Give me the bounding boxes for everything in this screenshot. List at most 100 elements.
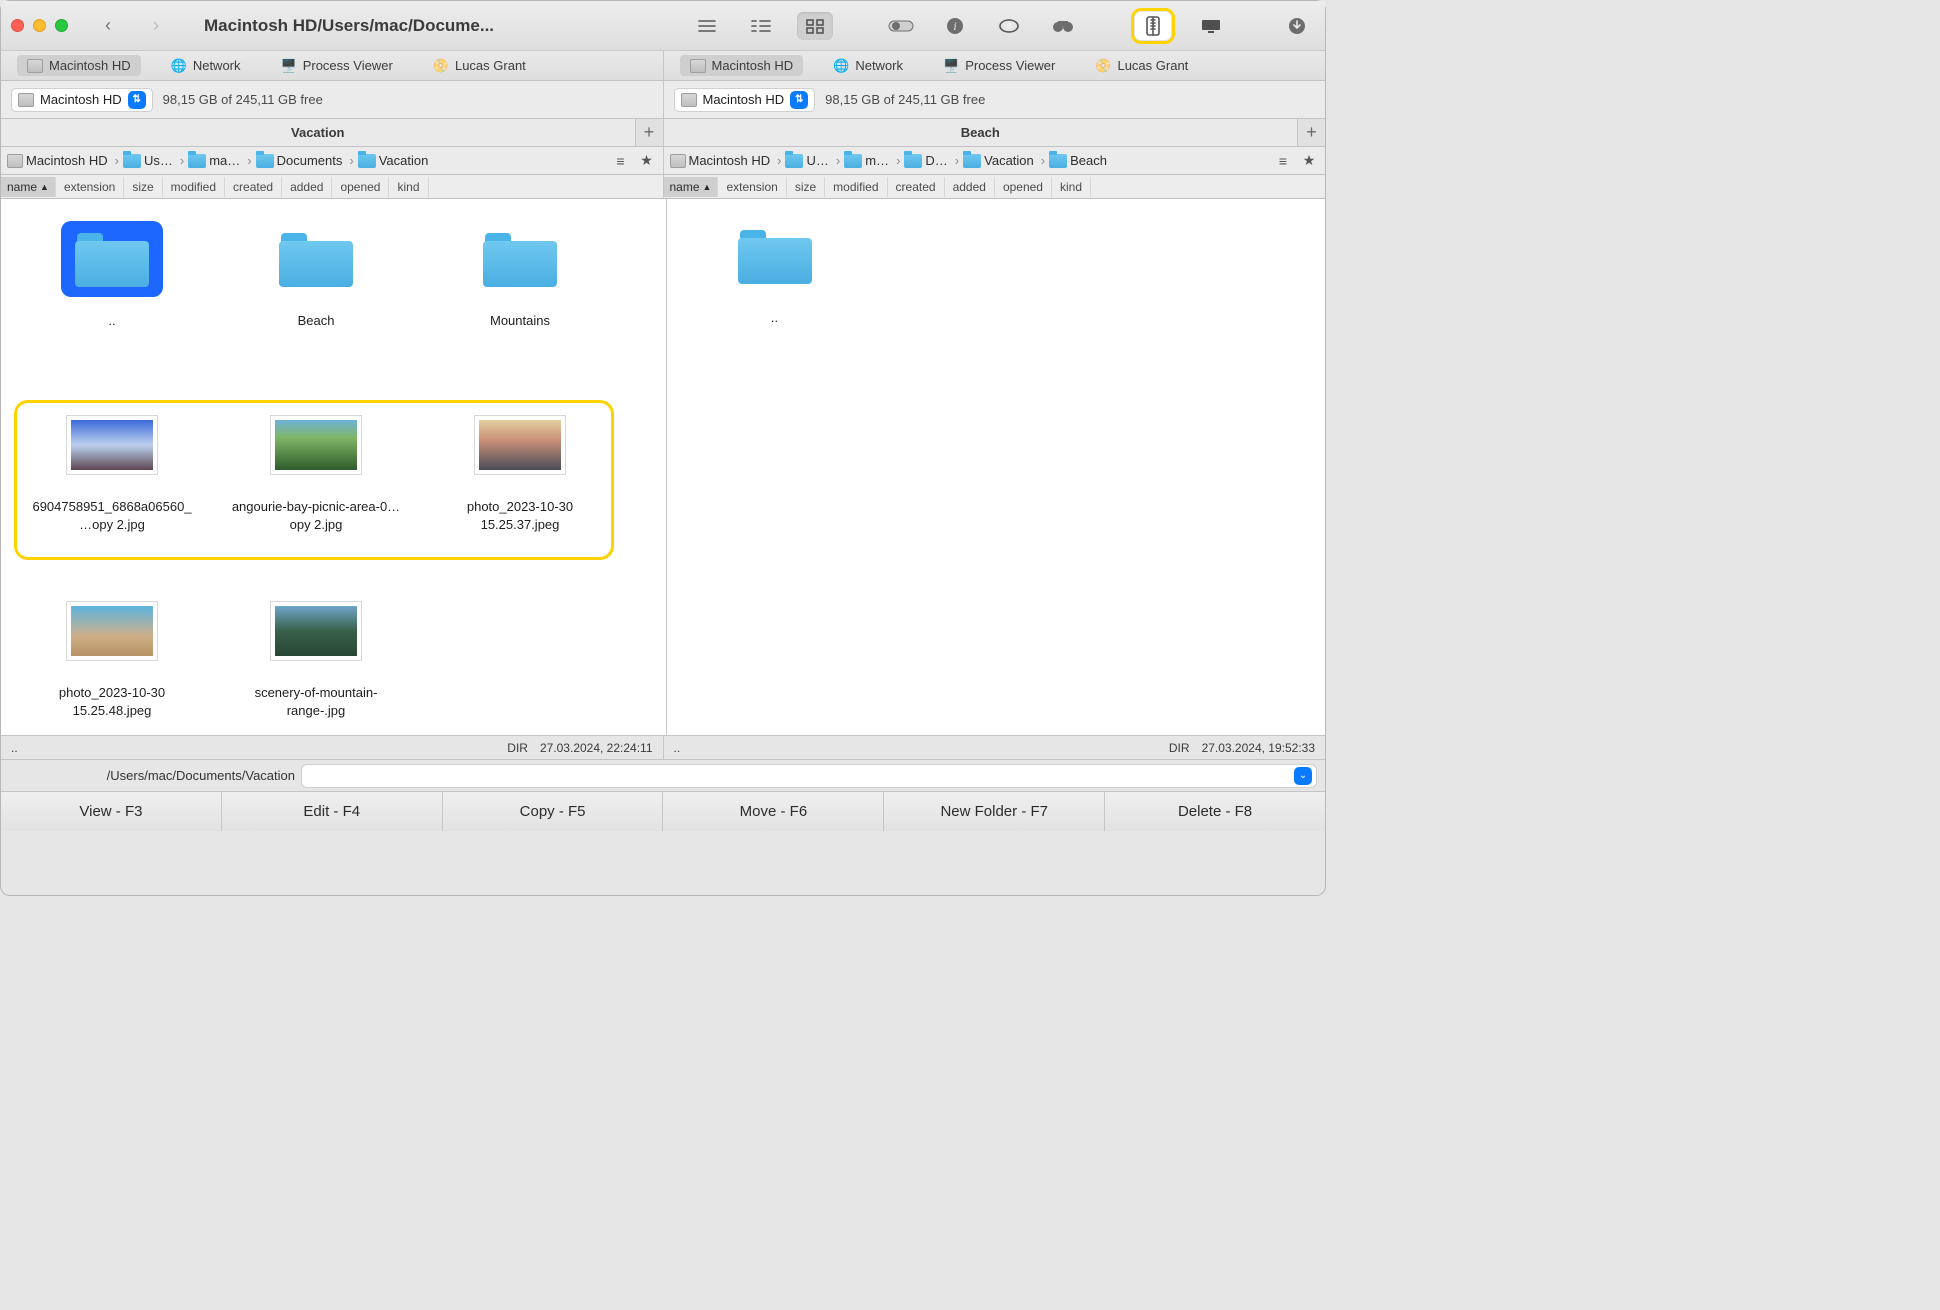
fkey-edit-f4[interactable]: Edit - F4 [222, 792, 443, 831]
breadcrumb-segment[interactable]: Macintosh HD› [7, 153, 123, 168]
breadcrumb-segment[interactable]: ma…› [188, 153, 255, 168]
column-extension[interactable]: extension [56, 177, 124, 197]
forward-button[interactable]: › [144, 15, 168, 36]
drive-selector-right[interactable]: Macintosh HD ⇅ [674, 88, 816, 112]
folder-mountains[interactable]: Mountains [430, 214, 610, 382]
breadcrumb-label: Beach [1070, 153, 1107, 168]
folder-beach[interactable]: Beach [226, 214, 406, 382]
folder-icon [844, 154, 862, 168]
shortcut-process-viewer[interactable]: 🖥️Process Viewer [271, 55, 403, 77]
shortcut-macintosh-hd[interactable]: Macintosh HD [680, 55, 804, 76]
breadcrumb-segment[interactable]: Macintosh HD› [670, 153, 786, 168]
column-added[interactable]: added [945, 177, 995, 197]
pane-right[interactable]: .. [666, 199, 1326, 735]
parent-folder[interactable]: .. [22, 214, 202, 382]
shortcut-network[interactable]: 🌐Network [161, 55, 251, 77]
chevron-right-icon: › [836, 153, 840, 168]
column-size[interactable]: size [124, 177, 162, 197]
breadcrumb-segment[interactable]: D…› [904, 153, 963, 168]
fkey-view-f3[interactable]: View - F3 [1, 792, 222, 831]
fkey-new-folder-f7[interactable]: New Folder - F7 [884, 792, 1105, 831]
view-list-icon[interactable] [689, 12, 725, 40]
parent-folder[interactable]: .. [685, 211, 865, 379]
column-kind[interactable]: kind [389, 177, 428, 197]
drive-name: Macintosh HD [703, 92, 785, 107]
status-right-time: 27.03.2024, 19:52:33 [1202, 741, 1315, 755]
command-input[interactable]: ⌄ [301, 764, 1317, 788]
column-opened[interactable]: opened [332, 177, 389, 197]
folder-icon [279, 231, 353, 287]
command-path-label: /Users/mac/Documents/Vacation [1, 768, 301, 783]
column-created[interactable]: created [888, 177, 945, 197]
chevron-up-down-icon: ⇅ [128, 91, 146, 109]
column-size[interactable]: size [787, 177, 825, 197]
favorite-right[interactable]: ★ [1299, 152, 1319, 170]
breadcrumb-segment[interactable]: Vacation [358, 153, 429, 168]
shortcut-label: Lucas Grant [455, 58, 526, 73]
breadcrumb-segment[interactable]: Us…› [123, 153, 188, 168]
pane-left[interactable]: ..BeachMountains 6904758951_6868a06560_…o… [1, 199, 666, 735]
info-icon[interactable]: i [937, 12, 973, 40]
breadcrumb-segment[interactable]: Beach [1049, 153, 1107, 168]
column-extension[interactable]: extension [718, 177, 786, 197]
shortcut-process-viewer[interactable]: 🖥️Process Viewer [933, 55, 1065, 77]
column-modified[interactable]: modified [163, 177, 225, 197]
sort-asc-icon: ▲ [703, 182, 712, 192]
desktop-icon[interactable] [1193, 12, 1229, 40]
favorite-left[interactable]: ★ [637, 152, 657, 170]
shortcut-lucas-grant[interactable]: 📀 Lucas Grant [1085, 55, 1198, 77]
drive-selector-left[interactable]: Macintosh HD ⇅ [11, 88, 153, 112]
column-created[interactable]: created [225, 177, 282, 197]
view-icons-icon[interactable] [797, 12, 833, 40]
fkey-delete-f8[interactable]: Delete - F8 [1105, 792, 1325, 831]
list-toggle-right[interactable]: ≡ [1273, 152, 1293, 170]
tab-vacation[interactable]: Vacation [1, 119, 635, 146]
folder-icon [188, 154, 206, 168]
back-button[interactable]: ‹ [96, 15, 120, 36]
add-tab-right[interactable]: + [1297, 119, 1325, 146]
column-name[interactable]: name ▲ [1, 177, 56, 197]
toggle-switch-icon[interactable] [883, 12, 919, 40]
column-opened[interactable]: opened [995, 177, 1052, 197]
folder-icon [61, 221, 163, 297]
breadcrumb-segment[interactable]: Documents› [256, 153, 358, 168]
download-icon[interactable] [1279, 12, 1315, 40]
shortcut-lucas-grant[interactable]: 📀Lucas Grant [423, 55, 536, 77]
minimize-window-button[interactable] [33, 19, 46, 32]
close-window-button[interactable] [11, 19, 24, 32]
view-columns-icon[interactable] [743, 12, 779, 40]
shortcut-label: Process Viewer [303, 58, 393, 73]
breadcrumb-segment[interactable]: m…› [844, 153, 904, 168]
window-title: Macintosh HD/Users/mac/Docume... [204, 16, 494, 36]
drive-icon: 📀 [1095, 58, 1111, 74]
command-dropdown-icon[interactable]: ⌄ [1294, 767, 1312, 785]
column-name[interactable]: name ▲ [664, 177, 719, 197]
file-item[interactable]: scenery-of-mountain-range-.jpg [226, 586, 406, 735]
column-added[interactable]: added [282, 177, 332, 197]
hd-icon [7, 154, 23, 168]
breadcrumb-label: ma… [209, 153, 240, 168]
file-item[interactable]: photo_2023-10-30 15.25.37.jpeg [430, 400, 610, 568]
binoculars-icon[interactable] [1045, 12, 1081, 40]
archive-icon[interactable] [1135, 12, 1171, 40]
shortcut-macintosh-hd[interactable]: Macintosh HD [17, 55, 141, 76]
list-toggle-left[interactable]: ≡ [611, 152, 631, 170]
chevron-up-down-icon: ⇅ [790, 91, 808, 109]
breadcrumb-segment[interactable]: U…› [785, 153, 844, 168]
file-item[interactable]: 6904758951_6868a06560_…opy 2.jpg [22, 400, 202, 568]
shortcut-label: Lucas Grant [1117, 58, 1188, 73]
tab-beach[interactable]: Beach [664, 119, 1298, 146]
file-item[interactable]: angourie-bay-picnic-area-0…opy 2.jpg [226, 400, 406, 568]
quicklook-icon[interactable] [991, 12, 1027, 40]
file-item[interactable]: photo_2023-10-30 15.25.48.jpeg [22, 586, 202, 735]
breadcrumb-label: Documents [277, 153, 343, 168]
breadcrumb-label: Us… [144, 153, 173, 168]
shortcut-network[interactable]: 🌐Network [823, 55, 913, 77]
add-tab-left[interactable]: + [635, 119, 663, 146]
breadcrumb-segment[interactable]: Vacation› [963, 153, 1049, 168]
zoom-window-button[interactable] [55, 19, 68, 32]
column-kind[interactable]: kind [1052, 177, 1091, 197]
fkey-move-f6[interactable]: Move - F6 [663, 792, 884, 831]
column-modified[interactable]: modified [825, 177, 887, 197]
fkey-copy-f5[interactable]: Copy - F5 [443, 792, 664, 831]
